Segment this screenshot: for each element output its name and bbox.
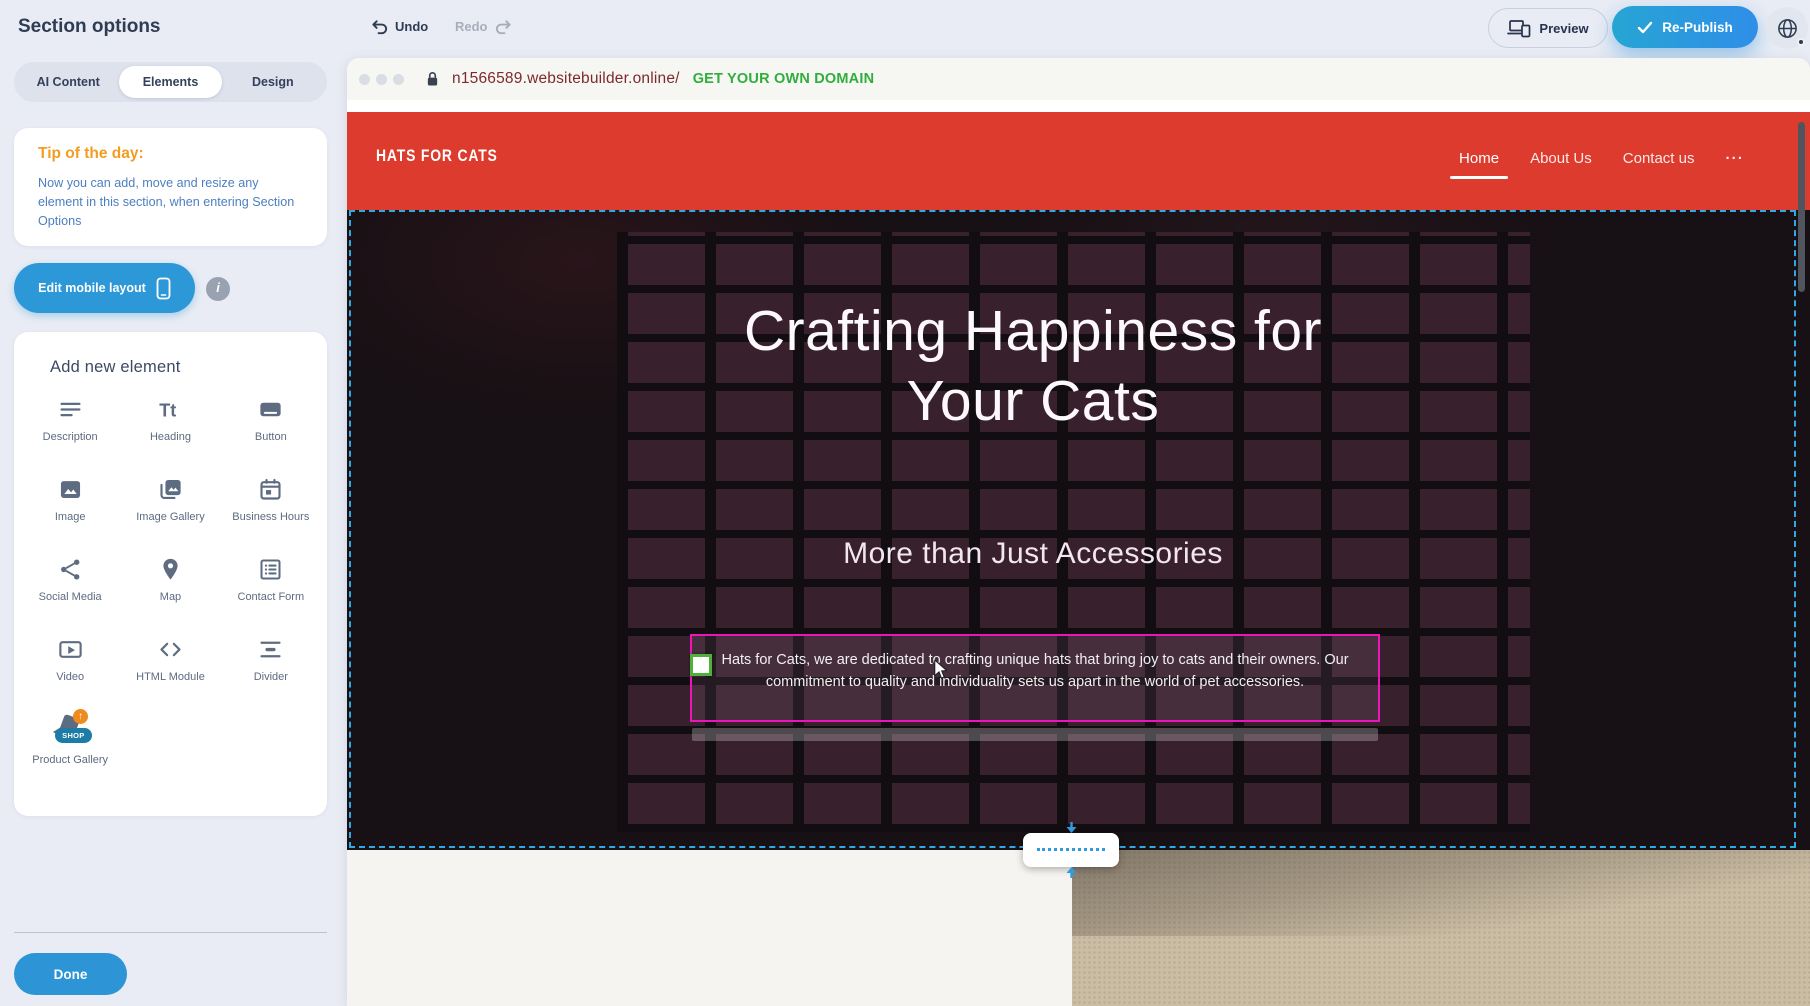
resize-handle-left[interactable] <box>690 654 712 676</box>
nav-item-home[interactable]: Home <box>1459 150 1499 167</box>
preview-button[interactable]: Preview <box>1488 8 1608 48</box>
element-tile-heading[interactable]: Tt Heading <box>124 396 216 462</box>
add-new-element-card: Add new element Description Tt Heading <box>14 332 327 816</box>
element-tile-image[interactable]: Image <box>24 476 116 542</box>
site-preview-viewport: n1566589.websitebuilder.online/ GET YOUR… <box>347 58 1810 1006</box>
pavement-photo <box>1072 850 1810 1006</box>
selected-text-element[interactable]: Hats for Cats, we are dedicated to craft… <box>690 634 1380 722</box>
element-tile-business-hours[interactable]: Business Hours <box>225 476 317 542</box>
element-tile-map[interactable]: Map <box>124 556 216 622</box>
tip-body: Now you can add, move and resize any ele… <box>38 174 306 231</box>
edit-mobile-layout-label: Edit mobile layout <box>38 281 146 295</box>
share-icon <box>57 556 84 583</box>
panel-divider <box>14 932 327 933</box>
language-globe-button[interactable] <box>1766 7 1808 49</box>
heading-icon: Tt <box>157 396 184 423</box>
arrow-down-icon <box>1065 822 1078 834</box>
text-lines-icon <box>57 396 84 423</box>
hero-description[interactable]: Hats for Cats, we are dedicated to craft… <box>704 649 1366 693</box>
hero-content: Crafting Happiness for Your Cats More th… <box>347 210 1719 850</box>
dot-icon <box>376 74 387 85</box>
next-section[interactable] <box>347 850 1810 1006</box>
hero-section[interactable]: Crafting Happiness for Your Cats More th… <box>347 210 1810 850</box>
code-icon <box>157 636 184 663</box>
tab-design[interactable]: Design <box>222 66 324 98</box>
divider-icon <box>257 636 284 663</box>
tip-title: Tip of the day: <box>38 145 144 163</box>
url-text[interactable]: n1566589.websitebuilder.online/ <box>452 70 680 88</box>
shop-badge: SHOP <box>55 728 91 743</box>
site-header[interactable]: HATS FOR CATS Home About Us Contact us .… <box>347 112 1810 210</box>
mouse-cursor-icon <box>933 660 949 680</box>
element-tile-button[interactable]: Button <box>225 396 317 462</box>
element-tile-description[interactable]: Description <box>24 396 116 462</box>
resize-dashed-line <box>1037 848 1105 851</box>
page-title: Section options <box>18 16 161 38</box>
get-domain-link[interactable]: GET YOUR OWN DOMAIN <box>693 71 875 87</box>
globe-icon <box>1776 17 1799 40</box>
calendar-icon <box>257 476 284 503</box>
element-toolbar-strip <box>692 728 1378 741</box>
preview-devices-icon <box>1507 19 1531 38</box>
editor-app: Section options AI Content Elements Desi… <box>0 0 1810 1006</box>
lock-icon <box>426 71 439 87</box>
tab-ai-content[interactable]: AI Content <box>17 66 119 98</box>
browser-traffic-dots <box>359 74 404 85</box>
site-logo[interactable]: HATS FOR CATS <box>376 146 498 166</box>
add-element-title: Add new element <box>50 358 181 377</box>
element-tile-contact-form[interactable]: Contact Form <box>225 556 317 622</box>
nav-item-contact[interactable]: Contact us <box>1623 150 1695 167</box>
site-nav: Home About Us Contact us ... <box>1459 150 1744 167</box>
page-top-strip <box>347 100 1810 112</box>
map-pin-icon <box>157 556 184 583</box>
info-icon[interactable] <box>206 277 230 301</box>
svg-text:Tt: Tt <box>159 400 176 420</box>
section-resize-handle[interactable] <box>1023 833 1119 867</box>
product-gallery-icon: SHOP <box>52 716 88 746</box>
element-tile-video[interactable]: Video <box>24 636 116 702</box>
element-tile-product-gallery[interactable]: SHOP Product Gallery <box>24 716 116 782</box>
section-options-panel: Section options AI Content Elements Desi… <box>0 0 347 1006</box>
done-button[interactable]: Done <box>14 953 127 995</box>
form-icon <box>257 556 284 583</box>
arrow-up-icon <box>1065 866 1078 878</box>
browser-scrollbar[interactable] <box>1798 122 1805 292</box>
nav-item-more[interactable]: ... <box>1725 146 1744 163</box>
republish-button[interactable]: Re-Publish <box>1612 6 1758 48</box>
element-tile-image-gallery[interactable]: Image Gallery <box>124 476 216 542</box>
tab-elements[interactable]: Elements <box>119 66 221 98</box>
tip-of-the-day-card: Tip of the day: Now you can add, move an… <box>14 128 327 246</box>
dot-icon <box>359 74 370 85</box>
undo-icon <box>370 18 389 35</box>
panel-tabs: AI Content Elements Design <box>14 62 327 102</box>
dot-icon <box>393 74 404 85</box>
phone-icon <box>156 277 171 300</box>
hero-subheading[interactable]: More than Just Accessories <box>347 537 1719 571</box>
image-gallery-icon <box>157 476 184 503</box>
element-tile-html-module[interactable]: HTML Module <box>124 636 216 702</box>
image-icon <box>57 476 84 503</box>
browser-chrome-bar: n1566589.websitebuilder.online/ GET YOUR… <box>347 58 1810 100</box>
button-icon <box>257 396 284 423</box>
element-tile-divider[interactable]: Divider <box>225 636 317 702</box>
element-tile-social-media[interactable]: Social Media <box>24 556 116 622</box>
undo-button[interactable]: Undo <box>370 14 428 38</box>
element-grid: Description Tt Heading Button <box>20 396 321 782</box>
globe-badge-dot <box>1797 38 1805 46</box>
video-icon <box>57 636 84 663</box>
redo-icon <box>494 18 513 35</box>
hero-heading[interactable]: Crafting Happiness for Your Cats <box>703 296 1363 436</box>
nav-item-about[interactable]: About Us <box>1530 150 1592 167</box>
redo-button[interactable]: Redo <box>455 14 513 38</box>
upgrade-arrow-icon <box>73 709 88 724</box>
check-icon <box>1637 21 1653 34</box>
edit-mobile-layout-button[interactable]: Edit mobile layout <box>14 263 195 313</box>
